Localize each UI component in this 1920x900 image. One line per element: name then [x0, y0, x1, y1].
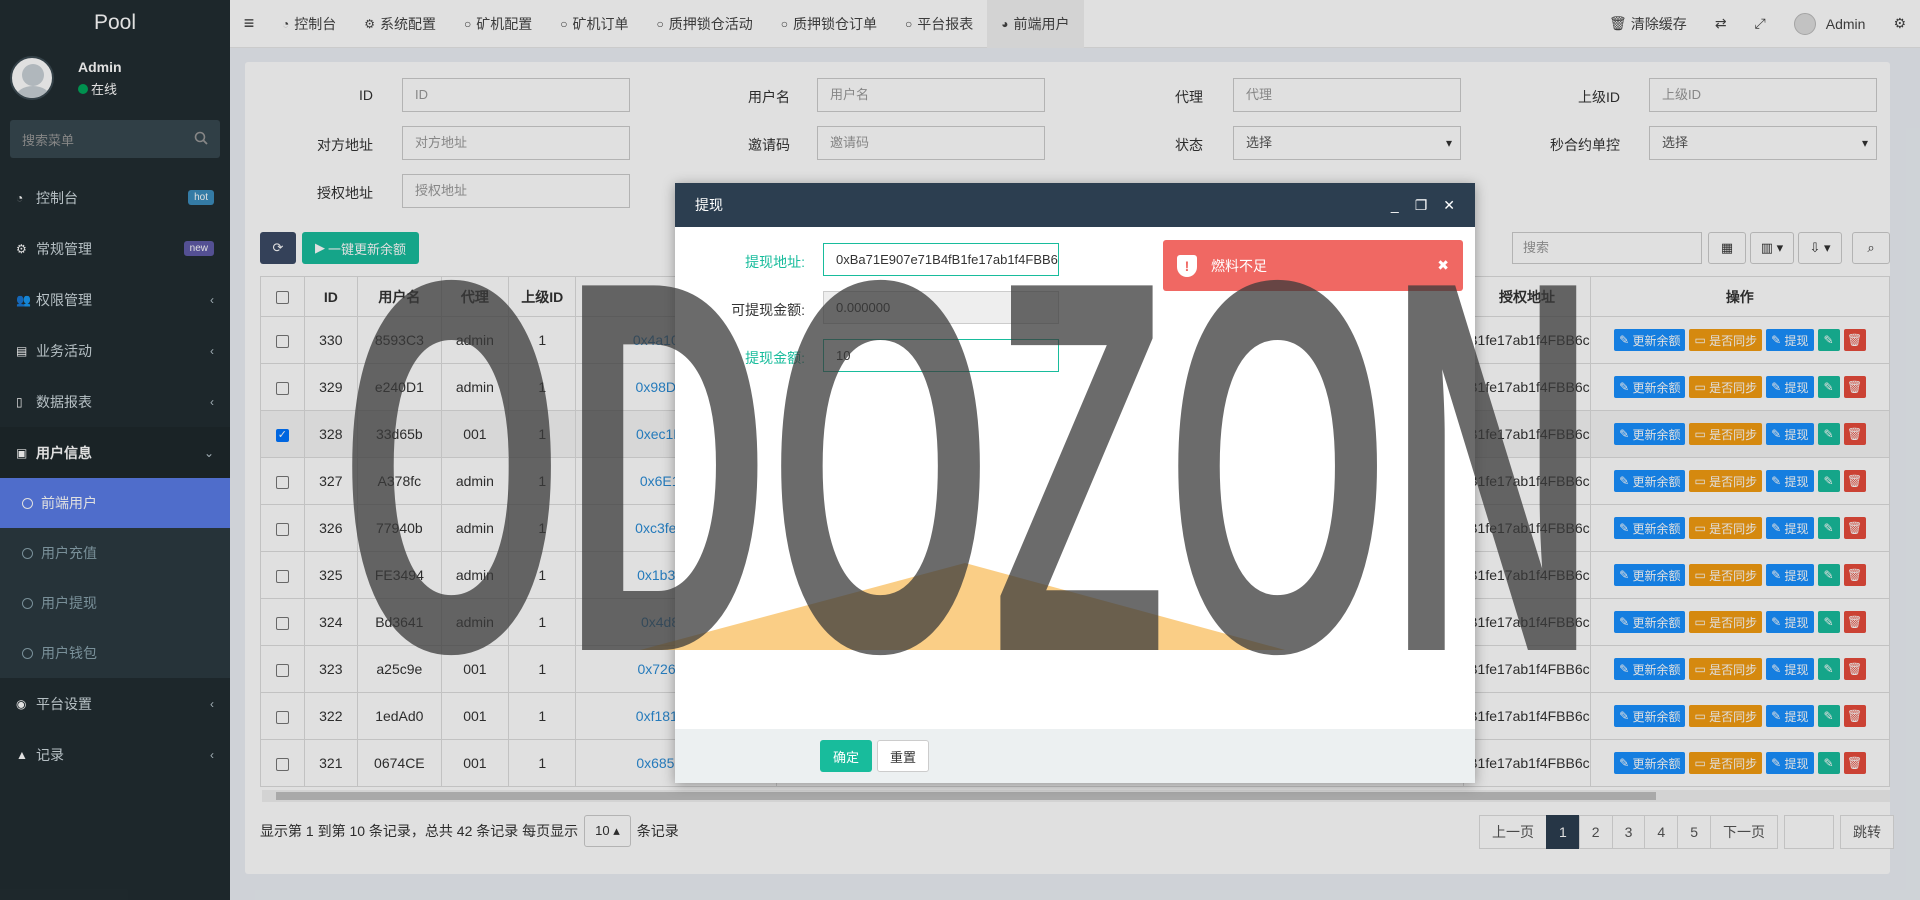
withdraw-dialog: 提现 _ ❐ ✕ 提现地址: 0xBa71E907e71B4fB1fe17ab1… — [675, 183, 1475, 783]
reset-button[interactable]: 重置 — [877, 740, 929, 772]
available-amount-field: 0.000000 — [823, 291, 1059, 324]
minimize-icon[interactable]: _ — [1391, 197, 1399, 214]
withdraw-addr-input[interactable]: 0xBa71E907e71B4fB1fe17ab1f4FBB6c — [823, 243, 1059, 276]
alert-message: 燃料不足 — [1211, 257, 1267, 274]
dialog-footer: 确定 重置 — [675, 729, 1475, 783]
available-amount-label: 可提现金额: — [731, 302, 805, 318]
confirm-button[interactable]: 确定 — [820, 740, 872, 772]
withdraw-amount-input[interactable]: 10 — [823, 339, 1059, 372]
dialog-header: 提现 _ ❐ ✕ — [675, 183, 1475, 227]
dialog-title: 提现 — [695, 197, 723, 213]
maximize-icon[interactable]: ❐ — [1415, 197, 1428, 214]
shield-icon: ! — [1177, 254, 1197, 277]
close-icon[interactable]: ✕ — [1443, 197, 1455, 214]
withdraw-addr-label: 提现地址: — [745, 254, 805, 270]
error-alert: ! 燃料不足 ✖ — [1163, 240, 1463, 291]
withdraw-amount-label: 提现金额: — [745, 350, 805, 366]
alert-close-icon[interactable]: ✖ — [1437, 257, 1449, 274]
